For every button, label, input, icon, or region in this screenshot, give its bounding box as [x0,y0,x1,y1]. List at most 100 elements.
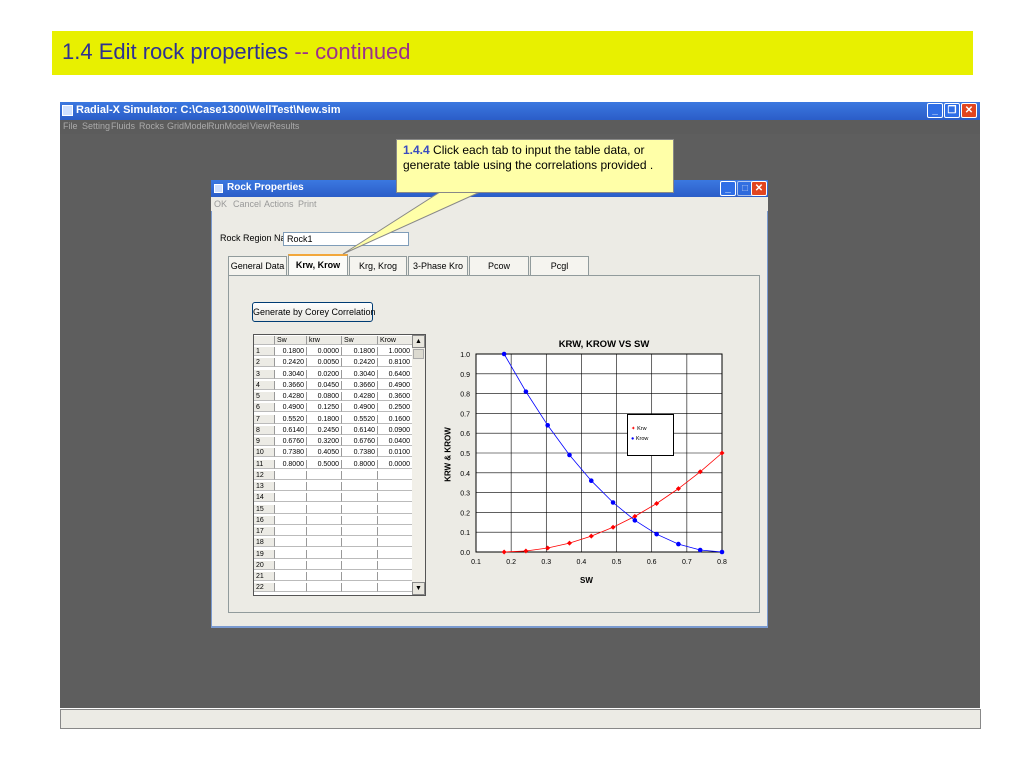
generate-corey-button[interactable]: Generate by Corey Correlation [252,302,376,322]
tab-general-data[interactable]: General Data [228,256,287,275]
table-cell[interactable]: 0.8100 [378,358,413,368]
table-cell[interactable]: 0.7380 [275,448,307,458]
menu-runmodel[interactable]: RunModel [208,121,249,131]
table-cell[interactable]: 0.3600 [378,392,413,401]
table-cell[interactable] [342,504,378,514]
table-cell[interactable] [307,583,342,593]
scroll-thumb[interactable] [413,349,424,359]
table-cell[interactable]: 0.4900 [275,403,307,413]
table-cell[interactable]: 0.0450 [307,380,342,390]
table-cell[interactable]: 0.0100 [378,448,413,458]
table-cell[interactable]: 0.5520 [342,414,378,424]
tab-pcgl[interactable]: Pcgl [530,256,589,275]
table-cell[interactable]: 0.0400 [378,437,413,446]
table-cell[interactable] [275,572,307,581]
table-cell[interactable] [275,560,307,570]
table-cell[interactable] [307,504,342,514]
table-cell[interactable]: 0.7380 [342,448,378,458]
table-cell[interactable] [342,470,378,480]
table-cell[interactable] [342,515,378,525]
table-cell[interactable] [342,560,378,570]
dialog-minimize-button[interactable]: _ [720,181,736,196]
table-cell[interactable] [378,515,413,525]
table-cell[interactable]: 0.1600 [378,414,413,424]
table-cell[interactable] [378,470,413,480]
relperm-table[interactable]: Sw krw Sw Krow 1 0.1800 0.0000 0.1800 1.0000 2 0.2… [253,334,426,596]
minimize-button[interactable]: _ [927,103,943,118]
table-cell[interactable] [307,493,342,503]
menu-viewresults[interactable]: ViewResults [250,121,299,131]
table-cell[interactable]: 0.4900 [378,380,413,390]
table-cell[interactable]: 0.8000 [275,459,307,469]
table-cell[interactable] [342,538,378,548]
table-cell[interactable] [307,515,342,525]
table-cell[interactable] [307,470,342,480]
table-cell[interactable] [307,482,342,491]
table-cell[interactable]: 0.4280 [275,392,307,401]
table-cell[interactable]: 1.0000 [378,347,413,356]
table-cell[interactable] [378,504,413,514]
table-cell[interactable]: 0.0200 [307,369,342,379]
table-cell[interactable] [342,583,378,593]
table-cell[interactable]: 0.2420 [342,358,378,368]
scroll-up-arrow[interactable]: ▲ [412,335,425,348]
table-cell[interactable]: 0.5000 [307,459,342,469]
region-name-input[interactable] [283,232,409,246]
menu-setting[interactable]: Setting [82,121,110,131]
table-cell[interactable]: 0.0800 [307,392,342,401]
menu-gridmodel[interactable]: GridModel [167,121,209,131]
scroll-down-arrow[interactable]: ▼ [412,582,425,595]
table-cell[interactable] [378,560,413,570]
table-cell[interactable] [378,538,413,548]
tab-krw-krow[interactable]: Krw, Krow [288,254,348,276]
table-cell[interactable] [342,572,378,581]
table-cell[interactable]: 0.2500 [378,403,413,413]
table-cell[interactable] [307,560,342,570]
table-cell[interactable]: 0.3200 [307,437,342,446]
table-cell[interactable] [275,583,307,593]
menu-file[interactable]: File [63,121,78,131]
table-cell[interactable] [275,527,307,536]
table-cell[interactable]: 0.6140 [342,425,378,435]
table-cell[interactable] [342,527,378,536]
table-cell[interactable]: 0.4280 [342,392,378,401]
table-cell[interactable]: 0.1800 [307,414,342,424]
tab-3phase-kro[interactable]: 3-Phase Kro [408,256,468,275]
table-cell[interactable]: 0.6760 [342,437,378,446]
app-titlebar[interactable]: Radial-X Simulator: C:\Case1300\WellTest… [60,102,980,120]
table-cell[interactable]: 0.3040 [275,369,307,379]
table-cell[interactable] [342,482,378,491]
table-cell[interactable] [307,549,342,559]
table-cell[interactable] [275,504,307,514]
table-cell[interactable]: 0.0900 [378,425,413,435]
table-cell[interactable]: 0.0000 [307,347,342,356]
table-cell[interactable] [275,482,307,491]
table-cell[interactable]: 0.3040 [342,369,378,379]
table-cell[interactable] [307,538,342,548]
restore-button[interactable]: ❐ [944,103,960,118]
table-cell[interactable]: 0.2450 [307,425,342,435]
table-cell[interactable]: 0.0000 [378,459,413,469]
table-cell[interactable] [275,470,307,480]
table-cell[interactable] [342,549,378,559]
table-cell[interactable]: 0.1250 [307,403,342,413]
table-cell[interactable] [378,493,413,503]
close-button[interactable]: ✕ [961,103,977,118]
table-cell[interactable] [378,583,413,593]
dialog-menu-print[interactable]: Print [298,199,317,209]
table-cell[interactable] [275,549,307,559]
table-cell[interactable] [307,527,342,536]
table-cell[interactable] [342,493,378,503]
table-cell[interactable] [378,527,413,536]
dialog-close-button[interactable]: ✕ [751,181,767,196]
table-cell[interactable] [275,538,307,548]
table-cell[interactable] [378,572,413,581]
table-cell[interactable] [275,515,307,525]
table-cell[interactable]: 0.3660 [275,380,307,390]
table-cell[interactable]: 0.3660 [342,380,378,390]
table-cell[interactable] [307,572,342,581]
dialog-menu-cancel[interactable]: Cancel [233,199,261,209]
dialog-menu-actions[interactable]: Actions [264,199,294,209]
table-cell[interactable] [378,482,413,491]
table-cell[interactable]: 0.6760 [275,437,307,446]
